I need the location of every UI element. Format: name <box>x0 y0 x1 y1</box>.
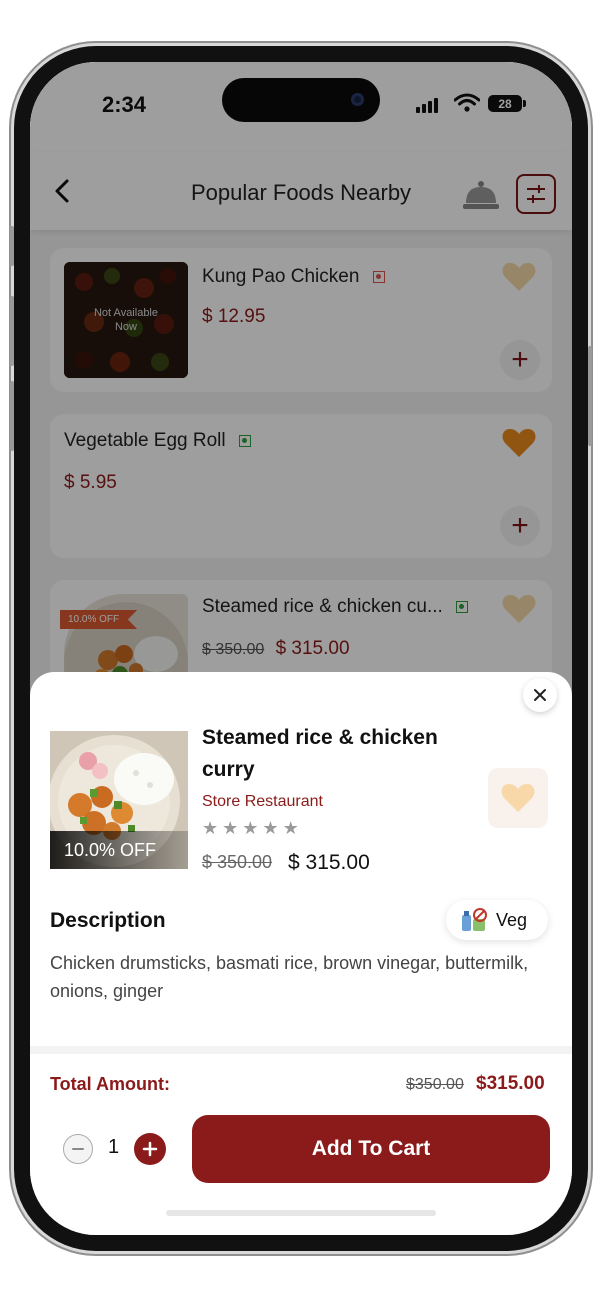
power-button <box>588 346 592 446</box>
volume-down-button <box>10 381 14 451</box>
veg-food-icon <box>462 908 487 931</box>
food-detail-sheet: 10.0% OFF Steamed rice & chicken curry S… <box>30 672 572 1235</box>
plus-icon <box>142 1141 158 1157</box>
decrease-quantity-button[interactable] <box>63 1134 93 1164</box>
detail-old-price: $ 350.00 <box>202 852 273 872</box>
description-heading: Description <box>50 909 166 932</box>
favorite-button[interactable] <box>488 768 548 828</box>
description-text: Chicken drumsticks, basmati rice, brown … <box>50 953 529 1001</box>
star-icon: ★ <box>202 818 219 838</box>
close-icon <box>534 689 546 701</box>
home-indicator[interactable] <box>166 1210 436 1216</box>
increase-quantity-button[interactable] <box>134 1133 166 1165</box>
heart-icon <box>501 784 535 812</box>
total-amount-label: Total Amount: <box>50 1074 170 1094</box>
detail-food-name: Steamed rice & chicken curry <box>202 726 438 781</box>
screen: 2:34 28 Popular Foods Nearby Not Availab… <box>30 62 572 1235</box>
close-button[interactable] <box>523 678 557 712</box>
section-divider <box>30 1046 572 1054</box>
detail-food-image: 10.0% OFF <box>50 731 188 869</box>
star-icon: ★ <box>242 818 259 838</box>
star-icon: ★ <box>262 818 279 838</box>
total-old-price: $350.00 <box>406 1076 464 1093</box>
discount-text: 10.0% OFF <box>64 839 157 860</box>
total-new-price: $315.00 <box>476 1073 545 1094</box>
mute-switch <box>10 226 14 266</box>
detail-new-price: $ 315.00 <box>288 851 370 874</box>
diet-badge: Veg <box>446 900 548 940</box>
store-name[interactable]: Store Restaurant <box>202 793 323 811</box>
add-to-cart-button[interactable]: Add To Cart <box>192 1115 550 1183</box>
star-icon: ★ <box>282 818 299 838</box>
discount-band: 10.0% OFF <box>50 831 188 869</box>
rating-stars: ★ ★ ★ ★ ★ <box>202 818 299 839</box>
phone-frame: 2:34 28 Popular Foods Nearby Not Availab… <box>10 46 592 1251</box>
diet-label: Veg <box>496 909 528 930</box>
quantity-value: 1 <box>108 1136 120 1158</box>
star-icon: ★ <box>222 818 239 838</box>
minus-icon <box>72 1148 84 1150</box>
volume-up-button <box>10 296 14 366</box>
add-to-cart-label: Add To Cart <box>311 1137 431 1160</box>
